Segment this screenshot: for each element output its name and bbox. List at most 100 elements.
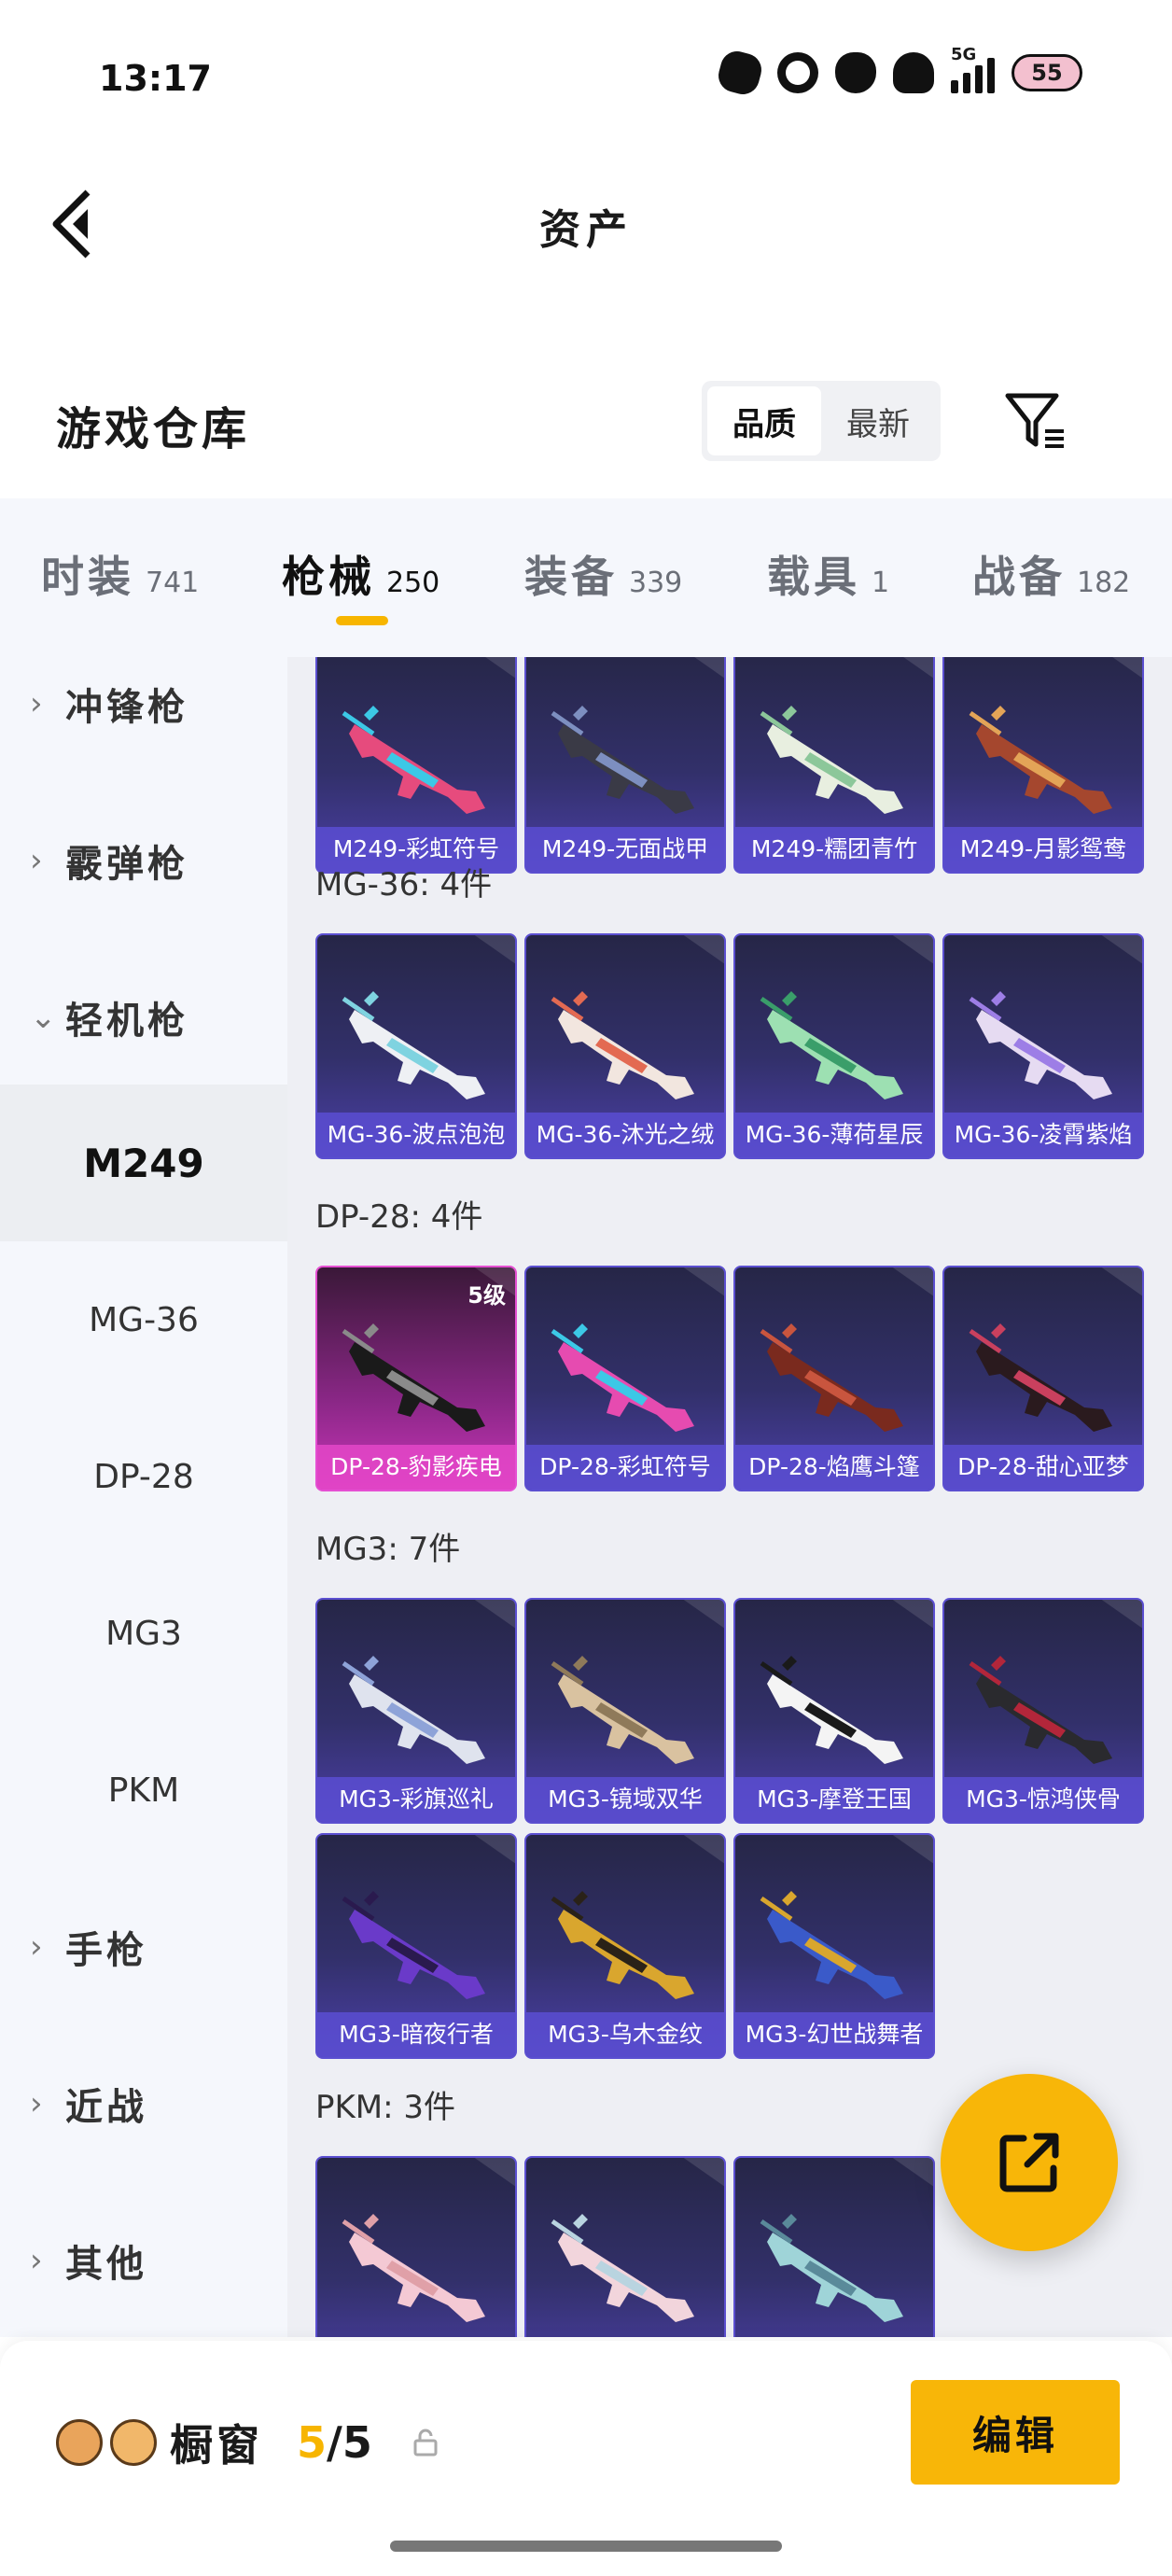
- edit-button[interactable]: 编辑: [911, 2380, 1120, 2485]
- group-label: MG3: 7件: [315, 1531, 461, 1568]
- chevron-right-icon: ›: [30, 2242, 47, 2279]
- card-corner-decoration: [1094, 1267, 1142, 1306]
- nav-bar: 资产: [0, 159, 1172, 289]
- signal-icon: 5G: [951, 45, 995, 93]
- card-corner-decoration: [1094, 935, 1142, 973]
- weapon-card[interactable]: DP-28-焰鹰斗篷: [733, 1266, 935, 1491]
- battery-level: 55: [1031, 60, 1063, 86]
- sidebar-item-pkm[interactable]: PKM: [0, 1712, 287, 1869]
- weapon-card[interactable]: MG-36-凌霄紫焰: [942, 933, 1144, 1159]
- active-tab-indicator: [336, 616, 388, 625]
- card-corner-decoration: [885, 1267, 933, 1306]
- card-corner-decoration: [676, 1600, 724, 1638]
- weapon-card[interactable]: 5级 DP-28-豹影疾电: [315, 1266, 517, 1491]
- weapon-image-icon: [551, 1323, 694, 1432]
- weapon-card[interactable]: MG-36-沐光之绒: [524, 933, 726, 1159]
- weapon-name: MG3-惊鸿侠骨: [944, 1777, 1142, 1822]
- weapon-image-icon: [551, 2214, 694, 2322]
- sidebar-item-other[interactable]: › 其他: [0, 2182, 287, 2339]
- status-icons: 5G 55: [715, 45, 1082, 98]
- weapon-card[interactable]: [733, 2156, 935, 2337]
- weapon-name: MG3-乌木金纹: [526, 2012, 724, 2057]
- weapon-card[interactable]: MG3-摩登王国: [733, 1598, 935, 1824]
- home-indicator[interactable]: [390, 2541, 782, 2552]
- weapon-card[interactable]: MG3-镜域双华: [524, 1598, 726, 1824]
- weapon-image-icon: [342, 1891, 485, 1999]
- weapon-card[interactable]: [315, 2156, 517, 2337]
- weapon-name: DP-28-甜心亚梦: [944, 1445, 1142, 1490]
- sidebar-item-smg[interactable]: › 冲锋枪: [0, 625, 287, 782]
- lock-icon: [413, 2429, 438, 2457]
- sort-by-newest-button[interactable]: 最新: [821, 386, 935, 455]
- weapon-card[interactable]: MG3-乌木金纹: [524, 1833, 726, 2059]
- weapon-image-icon: [551, 1656, 694, 1764]
- weapon-image-icon: [342, 1323, 485, 1432]
- tab-count: 741: [146, 567, 200, 599]
- card-corner-decoration: [885, 2158, 933, 2196]
- showcase-count: 5/5: [297, 2417, 372, 2468]
- weapon-name: MG3-暗夜行者: [317, 2012, 515, 2057]
- card-corner-decoration: [676, 935, 724, 973]
- card-corner-decoration: [467, 935, 515, 973]
- card-corner-decoration: [467, 657, 515, 688]
- share-icon: [999, 2133, 1059, 2192]
- sidebar-item-dp28[interactable]: DP-28: [0, 1398, 287, 1555]
- weapon-card[interactable]: [524, 2156, 726, 2337]
- weapon-image-icon: [342, 1656, 485, 1764]
- card-corner-decoration: [676, 1267, 724, 1306]
- weapon-card[interactable]: M249-彩虹符号: [315, 657, 517, 874]
- card-corner-decoration: [467, 1600, 515, 1638]
- weapon-card[interactable]: M249-糯团青竹: [733, 657, 935, 874]
- sidebar-item-shotgun[interactable]: › 霰弹枪: [0, 782, 287, 939]
- sidebar-item-pistol[interactable]: › 手枪: [0, 1869, 287, 2025]
- weapon-name: MG-36-薄荷星辰: [735, 1113, 933, 1157]
- weapon-card[interactable]: MG3-彩旗巡礼: [315, 1598, 517, 1824]
- network-type: 5G: [951, 45, 977, 64]
- weapon-image-icon: [551, 991, 694, 1099]
- sidebar-item-m249[interactable]: M249: [0, 1085, 287, 1241]
- weapon-image-icon: [551, 1891, 694, 1999]
- sidebar-item-melee[interactable]: › 近战: [0, 2025, 287, 2182]
- group-label: DP-28: 4件: [315, 1198, 483, 1236]
- weapon-image-icon: [760, 1891, 903, 1999]
- weapon-card[interactable]: MG3-幻世战舞者: [733, 1833, 935, 2059]
- weapon-card[interactable]: M249-无面战甲: [524, 657, 726, 874]
- share-button[interactable]: [941, 2074, 1118, 2251]
- sort-toggle: 品质 最新: [702, 381, 941, 461]
- weapon-card[interactable]: MG3-惊鸿侠骨: [942, 1598, 1144, 1824]
- tab-vehicles[interactable]: 载具 1: [767, 543, 889, 605]
- showcase-title: 橱窗: [170, 2420, 263, 2471]
- weapon-name: M249-无面战甲: [526, 827, 724, 872]
- tab-tactical[interactable]: 战备 182: [972, 543, 1130, 605]
- sidebar-item-lmg[interactable]: ⌄ 轻机枪: [0, 939, 287, 1096]
- weapon-image-icon: [969, 1656, 1112, 1764]
- sidebar-item-label: 霰弹枪: [65, 843, 188, 886]
- group-label: PKM: 3件: [315, 2089, 456, 2126]
- sidebar-item-mg3[interactable]: MG3: [0, 1555, 287, 1712]
- card-corner-decoration: [885, 1600, 933, 1638]
- weapon-card[interactable]: MG-36-波点泡泡: [315, 933, 517, 1159]
- weapon-card[interactable]: DP-28-甜心亚梦: [942, 1266, 1144, 1491]
- sort-by-quality-button[interactable]: 品质: [707, 386, 821, 455]
- weapon-card[interactable]: DP-28-彩虹符号: [524, 1266, 726, 1491]
- tab-fashion[interactable]: 时装 741: [41, 543, 199, 605]
- sidebar-item-label: 其他: [65, 2243, 147, 2286]
- showcase-total: 5: [342, 2417, 372, 2468]
- chevron-right-icon: ›: [30, 2085, 47, 2122]
- showcase-separator: /: [327, 2417, 342, 2468]
- paw-avatar-icon: [110, 2419, 157, 2466]
- filter-icon[interactable]: [1002, 386, 1069, 454]
- tab-guns[interactable]: 枪械 250: [282, 543, 440, 605]
- card-corner-decoration: [1094, 657, 1142, 688]
- weapon-name: MG-36-凌霄紫焰: [944, 1113, 1142, 1157]
- sidebar-item-mg36[interactable]: MG-36: [0, 1241, 287, 1398]
- sidebar: › 冲锋枪 › 霰弹枪 ⌄ 轻机枪 M249 MG-36 DP-28 MG3 PKM …: [0, 657, 287, 2337]
- bottom-bar: 橱窗 5/5 编辑: [0, 2341, 1172, 2576]
- weapon-name: MG3-镜域双华: [526, 1777, 724, 1822]
- weapon-card[interactable]: MG-36-薄荷星辰: [733, 933, 935, 1159]
- weapon-card[interactable]: M249-月影鸳鸯: [942, 657, 1144, 874]
- tab-equipment[interactable]: 装备 339: [524, 543, 682, 605]
- wifi-icon: [893, 52, 934, 93]
- weapon-card[interactable]: MG3-暗夜行者: [315, 1833, 517, 2059]
- card-corner-decoration: [885, 657, 933, 688]
